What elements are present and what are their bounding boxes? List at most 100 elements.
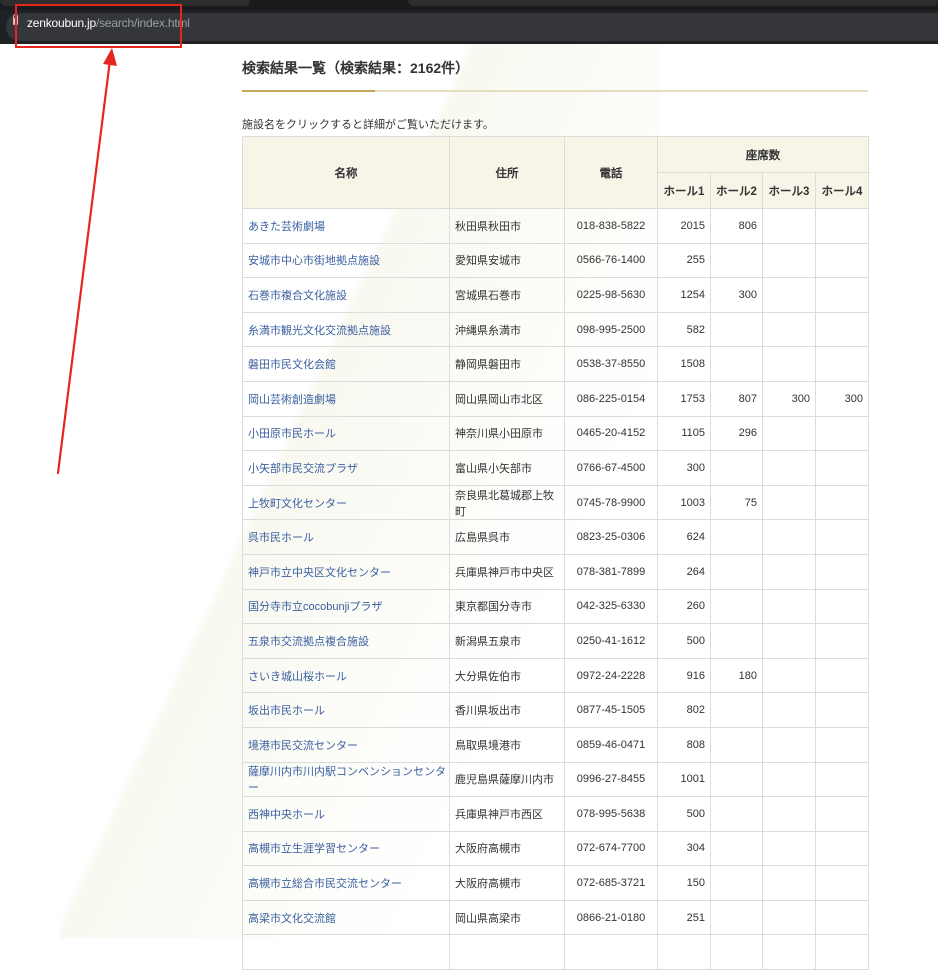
- address-cell: 神奈川県小田原市: [449, 415, 565, 452]
- address-cell: 新潟県五泉市: [449, 623, 565, 659]
- hall2-cell: [710, 761, 763, 798]
- facility-link[interactable]: 磐田市民文化会館: [248, 359, 336, 371]
- hall1-cell: [657, 934, 711, 970]
- hall3-cell: [762, 519, 816, 555]
- hall4-cell: [815, 553, 869, 590]
- phone-cell: 0538-37-8550: [564, 346, 658, 382]
- hall3-cell: [762, 311, 816, 348]
- facility-name-cell: 高梁市文化交流館: [242, 899, 450, 936]
- hall2-cell: [710, 726, 763, 763]
- hall2-cell: [710, 623, 763, 659]
- hall3-cell: [762, 242, 816, 279]
- facility-name-cell: 高槻市立生涯学習センター: [242, 830, 450, 867]
- hall3-cell: [762, 830, 816, 867]
- hall2-cell: 180: [710, 657, 763, 694]
- facility-link[interactable]: 上牧町文化センター: [248, 498, 347, 510]
- address-cell: 秋田県秋田市: [449, 208, 565, 244]
- table-row: さいき城山桜ホール 大分県佐伯市 0972-24-2228 916 180: [242, 657, 869, 694]
- facility-link[interactable]: 薩摩川内市川内駅コンベンションセンター: [248, 766, 446, 794]
- hall1-cell: 624: [657, 519, 711, 555]
- search-results-section: 検索結果一覧（検索結果：2162件） 施設名をクリックすると詳細がご覧いただけま…: [242, 44, 869, 970]
- hall3-cell: [762, 277, 816, 313]
- table-row: 小田原市民ホール 神奈川県小田原市 0465-20-4152 1105 296: [242, 415, 869, 452]
- address-cell: 岡山県高梁市: [449, 899, 565, 936]
- header-name: 名称: [242, 136, 450, 209]
- hall3-cell: [762, 657, 816, 694]
- table-row: 磐田市民文化会館 静岡県磐田市 0538-37-8550 1508: [242, 346, 869, 382]
- phone-cell: 098-995-2500: [564, 311, 658, 348]
- facility-link[interactable]: 小矢部市民交流プラザ: [248, 463, 358, 475]
- table-row: あきた芸術劇場 秋田県秋田市 018-838-5822 2015 806: [242, 208, 869, 244]
- phone-cell: 0823-25-0306: [564, 519, 658, 555]
- table-row: 糸満市観光文化交流拠点施設 沖縄県糸満市 098-995-2500 582: [242, 311, 869, 348]
- facility-link[interactable]: 呉市民ホール: [248, 532, 314, 544]
- facility-link[interactable]: 国分寺市立cocobunjiプラザ: [248, 601, 382, 613]
- hall3-cell: [762, 761, 816, 798]
- hall4-cell: [815, 208, 869, 244]
- facility-link[interactable]: 坂出市民ホール: [248, 705, 325, 717]
- phone-cell: [564, 934, 658, 970]
- hall2-cell: [710, 242, 763, 279]
- facility-link[interactable]: 神戸市立中央区文化センター: [248, 567, 391, 579]
- table-row: 坂出市民ホール 香川県坂出市 0877-45-1505 802: [242, 692, 869, 728]
- browser-tab[interactable]: [408, 0, 938, 6]
- hall3-cell: [762, 623, 816, 659]
- facility-name-cell: 糸満市観光文化交流拠点施設: [242, 311, 450, 348]
- facility-link[interactable]: 岡山芸術創造劇場: [248, 394, 336, 406]
- facility-link[interactable]: 糸満市観光文化交流拠点施設: [248, 325, 391, 337]
- facility-link[interactable]: 石巻市複合文化施設: [248, 290, 347, 302]
- facility-name-cell: 磐田市民文化会館: [242, 346, 450, 382]
- header-seats: 座席数: [657, 136, 869, 173]
- header-hall4: ホール4: [815, 172, 869, 209]
- hall2-cell: [710, 865, 763, 901]
- phone-cell: 086-225-0154: [564, 380, 658, 417]
- facility-name-cell: 神戸市立中央区文化センター: [242, 553, 450, 590]
- table-row: 高槻市立総合市民交流センター 大阪府高槻市 072-685-3721 150: [242, 865, 869, 901]
- hall1-cell: 1003: [657, 484, 711, 521]
- facility-link[interactable]: 五泉市交流拠点複合施設: [248, 636, 369, 648]
- hall3-cell: [762, 484, 816, 521]
- facility-link[interactable]: あきた芸術劇場: [248, 221, 325, 233]
- table-row: 高梁市文化交流館 岡山県高梁市 0866-21-0180 251: [242, 899, 869, 936]
- phone-cell: 0877-45-1505: [564, 692, 658, 728]
- facility-name-cell: 坂出市民ホール: [242, 692, 450, 728]
- facility-link[interactable]: さいき城山桜ホール: [248, 671, 347, 683]
- facility-link[interactable]: 安城市中心市街地拠点施設: [248, 255, 380, 267]
- facility-link[interactable]: 小田原市民ホール: [248, 428, 336, 440]
- hall4-cell: [815, 761, 869, 798]
- address-cell: 広島県呉市: [449, 519, 565, 555]
- hall3-cell: [762, 934, 816, 970]
- hall4-cell: [815, 346, 869, 382]
- hall1-cell: 304: [657, 830, 711, 867]
- hall4-cell: [815, 311, 869, 348]
- hall2-cell: 807: [710, 380, 763, 417]
- hall1-cell: 500: [657, 623, 711, 659]
- facility-link[interactable]: 境港市民交流センター: [248, 740, 358, 752]
- hall2-cell: [710, 346, 763, 382]
- facility-name-cell: さいき城山桜ホール: [242, 657, 450, 694]
- hall1-cell: 264: [657, 553, 711, 590]
- address-cell: 大分県佐伯市: [449, 657, 565, 694]
- facility-link[interactable]: 高梁市文化交流館: [248, 913, 336, 925]
- table-row: 小矢部市民交流プラザ 富山県小矢部市 0766-67-4500 300: [242, 450, 869, 486]
- table-row: 呉市民ホール 広島県呉市 0823-25-0306 624: [242, 519, 869, 555]
- hall4-cell: [815, 865, 869, 901]
- phone-cell: 0465-20-4152: [564, 415, 658, 452]
- hall1-cell: 2015: [657, 208, 711, 244]
- header-hall2: ホール2: [710, 172, 763, 209]
- address-cell: 兵庫県神戸市中央区: [449, 553, 565, 590]
- table-row: 五泉市交流拠点複合施設 新潟県五泉市 0250-41-1612 500: [242, 623, 869, 659]
- facility-link[interactable]: 高槻市立生涯学習センター: [248, 843, 380, 855]
- hall2-cell: 300: [710, 277, 763, 313]
- address-cell: 静岡県磐田市: [449, 346, 565, 382]
- hall3-cell: [762, 796, 816, 832]
- hall1-cell: 251: [657, 899, 711, 936]
- hall2-cell: [710, 311, 763, 348]
- hall3-cell: [762, 899, 816, 936]
- hall1-cell: 300: [657, 450, 711, 486]
- facility-link[interactable]: 高槻市立総合市民交流センター: [248, 878, 402, 890]
- facility-name-cell: あきた芸術劇場: [242, 208, 450, 244]
- hall2-cell: [710, 450, 763, 486]
- facility-link[interactable]: 西神中央ホール: [248, 809, 325, 821]
- hall1-cell: 1508: [657, 346, 711, 382]
